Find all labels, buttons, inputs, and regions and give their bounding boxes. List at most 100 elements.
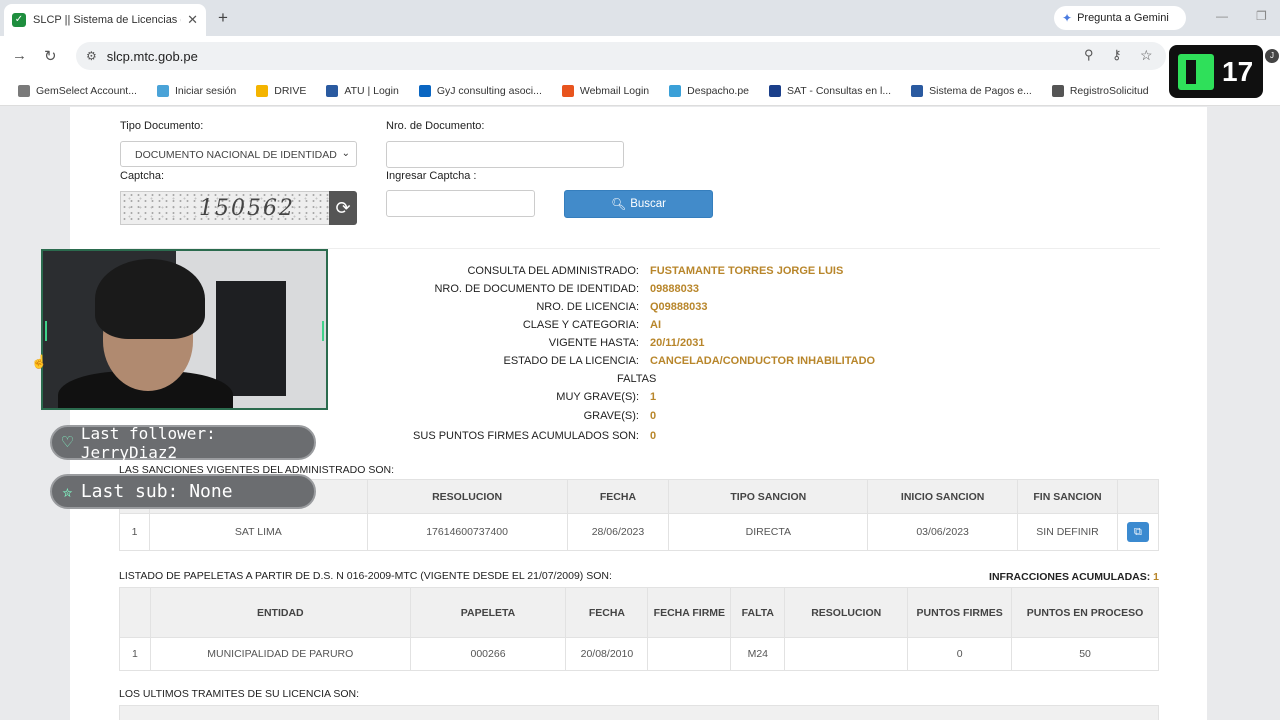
minimize-icon[interactable]: —: [1216, 9, 1228, 23]
bookmark-label: ATU | Login: [344, 84, 399, 97]
column-header: INICIO SANCION: [867, 479, 1019, 514]
bookmark-label: Despacho.pe: [687, 84, 750, 97]
last-sub-text: Last sub: None: [80, 481, 233, 502]
bookmark-icon: [418, 84, 431, 97]
table-row: 1 SAT LIMA 17614600737400 28/06/2023 DIRECTA…: [119, 513, 1160, 551]
bookmark-item[interactable]: GyJ consulting asoci...: [418, 84, 542, 97]
cursor-icon: ☝: [31, 354, 48, 369]
tramites-title: LOS ULTIMOS TRAMITES DE SU LICENCIA SON:: [119, 688, 359, 700]
bookmark-icon: [256, 84, 269, 97]
bookmark-icon: [561, 84, 574, 97]
column-header: FECHA FIRME: [647, 587, 732, 638]
bookmark-item[interactable]: Iniciar sesión: [156, 84, 236, 97]
gemini-label: Pregunta a Gemini: [1077, 12, 1169, 24]
heart-icon: ♡: [62, 432, 73, 453]
table-cell: MUNICIPALIDAD DE PARURO: [149, 637, 411, 671]
table-cell: [784, 637, 909, 671]
site-info-icon[interactable]: ⚙: [86, 49, 97, 63]
info-value: 20/11/2031: [650, 337, 705, 349]
tipo-documento-select[interactable]: DOCUMENTO NACIONAL DE IDENTIDAD ⌄: [120, 141, 357, 167]
bookmark-label: GyJ consulting asoci...: [436, 84, 542, 97]
table-cell: DIRECTA: [668, 513, 869, 551]
captcha-text: 150562: [199, 196, 295, 221]
bookmark-item[interactable]: DRIVE: [256, 84, 306, 97]
tramites-table-header: [119, 705, 1159, 720]
bookmark-icon: [326, 84, 339, 97]
browser-tab[interactable]: ✓ SLCP || Sistema de Licencias de ✕: [4, 4, 206, 36]
close-icon[interactable]: ✕: [187, 12, 198, 28]
gemini-button[interactable]: ✦ Pregunta a Gemini: [1054, 6, 1186, 30]
captcha-input[interactable]: [386, 190, 535, 217]
table-row: 1 MUNICIPALIDAD DE PARURO 000266 20/08/2010…: [119, 637, 1159, 671]
channel-logo: 17: [1169, 45, 1263, 98]
table-cell: 20/08/2010: [565, 637, 649, 671]
papeletas-table: ENTIDAD PAPELETA FECHA FECHA FIRME FALTA RESO…: [119, 587, 1159, 671]
bookmark-item[interactable]: GemSelect Account...: [18, 84, 137, 97]
bookmark-item[interactable]: Sistema de Pagos e...: [911, 84, 1032, 97]
bookmark-item[interactable]: Webmail Login: [561, 84, 650, 97]
bookmark-label: RegistroSolicitud: [1069, 84, 1149, 97]
table-cell: [647, 637, 732, 671]
sparkle-icon: ✦: [1062, 11, 1073, 25]
info-key: VIGENTE HASTA:: [548, 337, 639, 349]
column-header: TIPO SANCION: [668, 479, 869, 514]
infracciones-acumuladas: INFRACCIONES ACUMULADAS: 1: [989, 571, 1159, 583]
table-cell: 1: [119, 637, 151, 671]
bookmark-icon: [18, 84, 30, 97]
buscar-label: Buscar: [630, 198, 667, 210]
reload-icon[interactable]: ↻: [44, 47, 57, 65]
bookmark-label: GemSelect Account...: [36, 84, 137, 97]
bookmark-icon: [156, 84, 169, 97]
key-icon[interactable]: ⚷: [1112, 47, 1122, 63]
papeletas-title: LISTADO DE PAPELETAS A PARTIR DE D.S. N …: [119, 570, 612, 582]
column-header: RESOLUCION: [366, 479, 568, 514]
bookmark-star-icon[interactable]: ☆: [1140, 47, 1153, 64]
column-header: RESOLUCION: [784, 587, 909, 638]
info-value: 0: [650, 410, 657, 422]
column-header: FECHA: [565, 587, 649, 638]
address-bar[interactable]: ⚙ slcp.mtc.gob.pe: [76, 42, 1166, 70]
maximize-icon[interactable]: ❐: [1256, 9, 1267, 23]
info-key: SUS PUNTOS FIRMES ACUMULADOS SON:: [413, 430, 639, 442]
captcha-image: 150562: [120, 191, 330, 225]
bookmark-item[interactable]: Despacho.pe: [669, 84, 750, 97]
profile-avatar[interactable]: J: [1265, 49, 1279, 63]
new-tab-button[interactable]: +: [218, 8, 228, 28]
forward-arrow-icon[interactable]: →: [12, 47, 27, 64]
zoom-icon[interactable]: ⚲: [1084, 47, 1094, 63]
external-link-icon[interactable]: ⧉: [1126, 522, 1149, 542]
table-cell: 28/06/2023: [566, 513, 670, 551]
info-value: CANCELADA/CONDUCTOR INHABILITADO: [650, 355, 876, 367]
bookmark-item[interactable]: ATU | Login: [326, 84, 399, 97]
ingresar-captcha-label: Ingresar Captcha :: [386, 170, 477, 182]
info-key: ESTADO DE LA LICENCIA:: [503, 355, 639, 367]
bookmarks-bar: GemSelect Account... Iniciar sesión DRIVE A…: [0, 76, 1280, 106]
refresh-captcha-icon[interactable]: ⟳: [329, 191, 357, 225]
webcam-feed: [41, 249, 328, 410]
bookmark-label: Sistema de Pagos e...: [929, 84, 1032, 97]
info-key: NRO. DE LICENCIA:: [536, 301, 639, 313]
nro-documento-input[interactable]: [386, 141, 624, 168]
tipo-documento-label: Tipo Documento:: [120, 120, 204, 132]
page-content: Tipo Documento: DOCUMENTO NACIONAL DE ID…: [70, 107, 1207, 720]
table-cell: 1: [119, 513, 150, 551]
table-cell: ⧉: [1116, 513, 1160, 551]
column-header: ENTIDAD: [149, 587, 411, 638]
info-value: 1: [650, 391, 657, 403]
tab-title: SLCP || Sistema de Licencias de: [33, 14, 182, 26]
info-value: Q09888033: [650, 301, 708, 313]
bookmark-icon: [911, 84, 924, 97]
bookmark-icon: [1051, 84, 1064, 97]
bookmark-label: Webmail Login: [579, 84, 650, 97]
star-icon: ✮: [62, 481, 73, 502]
table-cell: 17614600737400: [366, 513, 568, 551]
buscar-button[interactable]: 🔍︎ Buscar: [564, 190, 713, 218]
bookmark-item[interactable]: SAT - Consultas en l...: [769, 84, 891, 97]
info-key: FALTAS: [617, 373, 657, 385]
tipo-documento-value: DOCUMENTO NACIONAL DE IDENTIDAD: [135, 149, 337, 161]
bookmark-item[interactable]: RegistroSolicitud: [1051, 84, 1149, 97]
acc-label: INFRACCIONES ACUMULADAS:: [989, 571, 1151, 583]
info-key: MUY GRAVE(S):: [556, 391, 639, 403]
column-header: [1116, 479, 1160, 514]
last-follower-badge: ♡ Last follower: JerryDiaz2: [50, 424, 316, 462]
